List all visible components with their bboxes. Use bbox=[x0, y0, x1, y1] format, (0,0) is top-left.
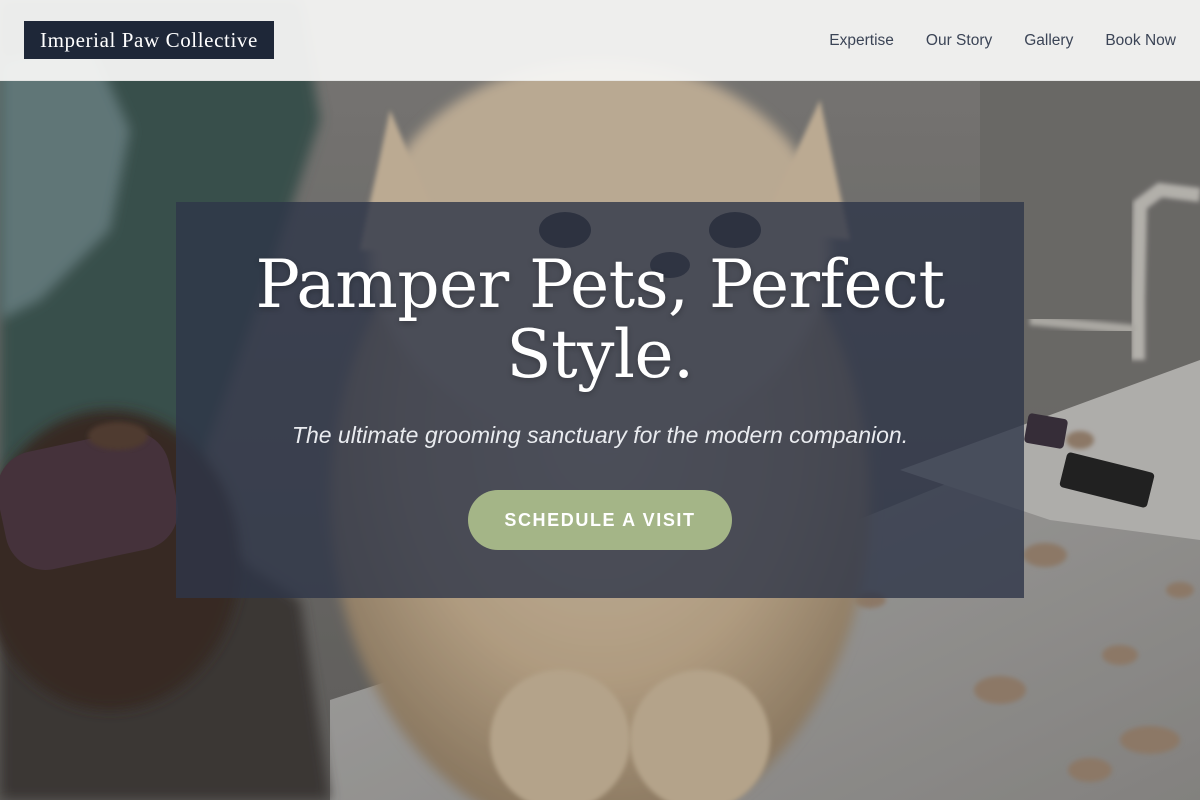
nav-link-expertise[interactable]: Expertise bbox=[829, 32, 894, 50]
hero-card: Pamper Pets, Perfect Style. The ultimate… bbox=[176, 202, 1024, 598]
nav-link-our-story[interactable]: Our Story bbox=[926, 32, 992, 50]
brand-logo[interactable]: Imperial Paw Collective bbox=[24, 21, 274, 59]
landing-page: Imperial Paw Collective Expertise Our St… bbox=[0, 0, 1200, 800]
hero-title: Pamper Pets, Perfect Style. bbox=[255, 246, 945, 393]
main-nav: Expertise Our Story Gallery Book Now bbox=[829, 0, 1176, 81]
nav-link-gallery[interactable]: Gallery bbox=[1024, 32, 1073, 50]
schedule-visit-button[interactable]: SCHEDULE A VISIT bbox=[468, 490, 732, 550]
site-header: Imperial Paw Collective Expertise Our St… bbox=[0, 0, 1200, 81]
nav-link-book-now[interactable]: Book Now bbox=[1105, 32, 1176, 50]
hero-tagline: The ultimate grooming sanctuary for the … bbox=[291, 422, 909, 448]
